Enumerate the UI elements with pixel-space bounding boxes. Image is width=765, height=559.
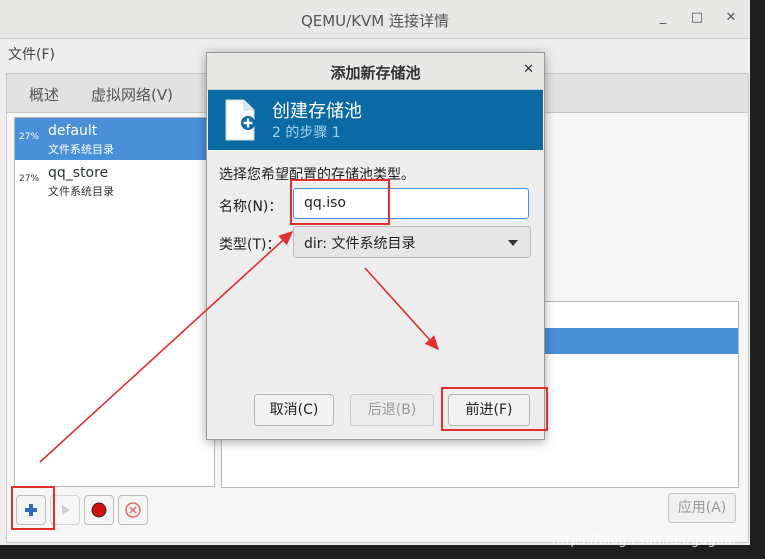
watermark-text: https://blog.csdn.net/guguai: [552, 533, 736, 548]
annotation-arrow-to-forward: [364, 267, 440, 351]
annotation-arrow-to-name: [39, 230, 294, 463]
annotation-arrows: [39, 230, 440, 463]
